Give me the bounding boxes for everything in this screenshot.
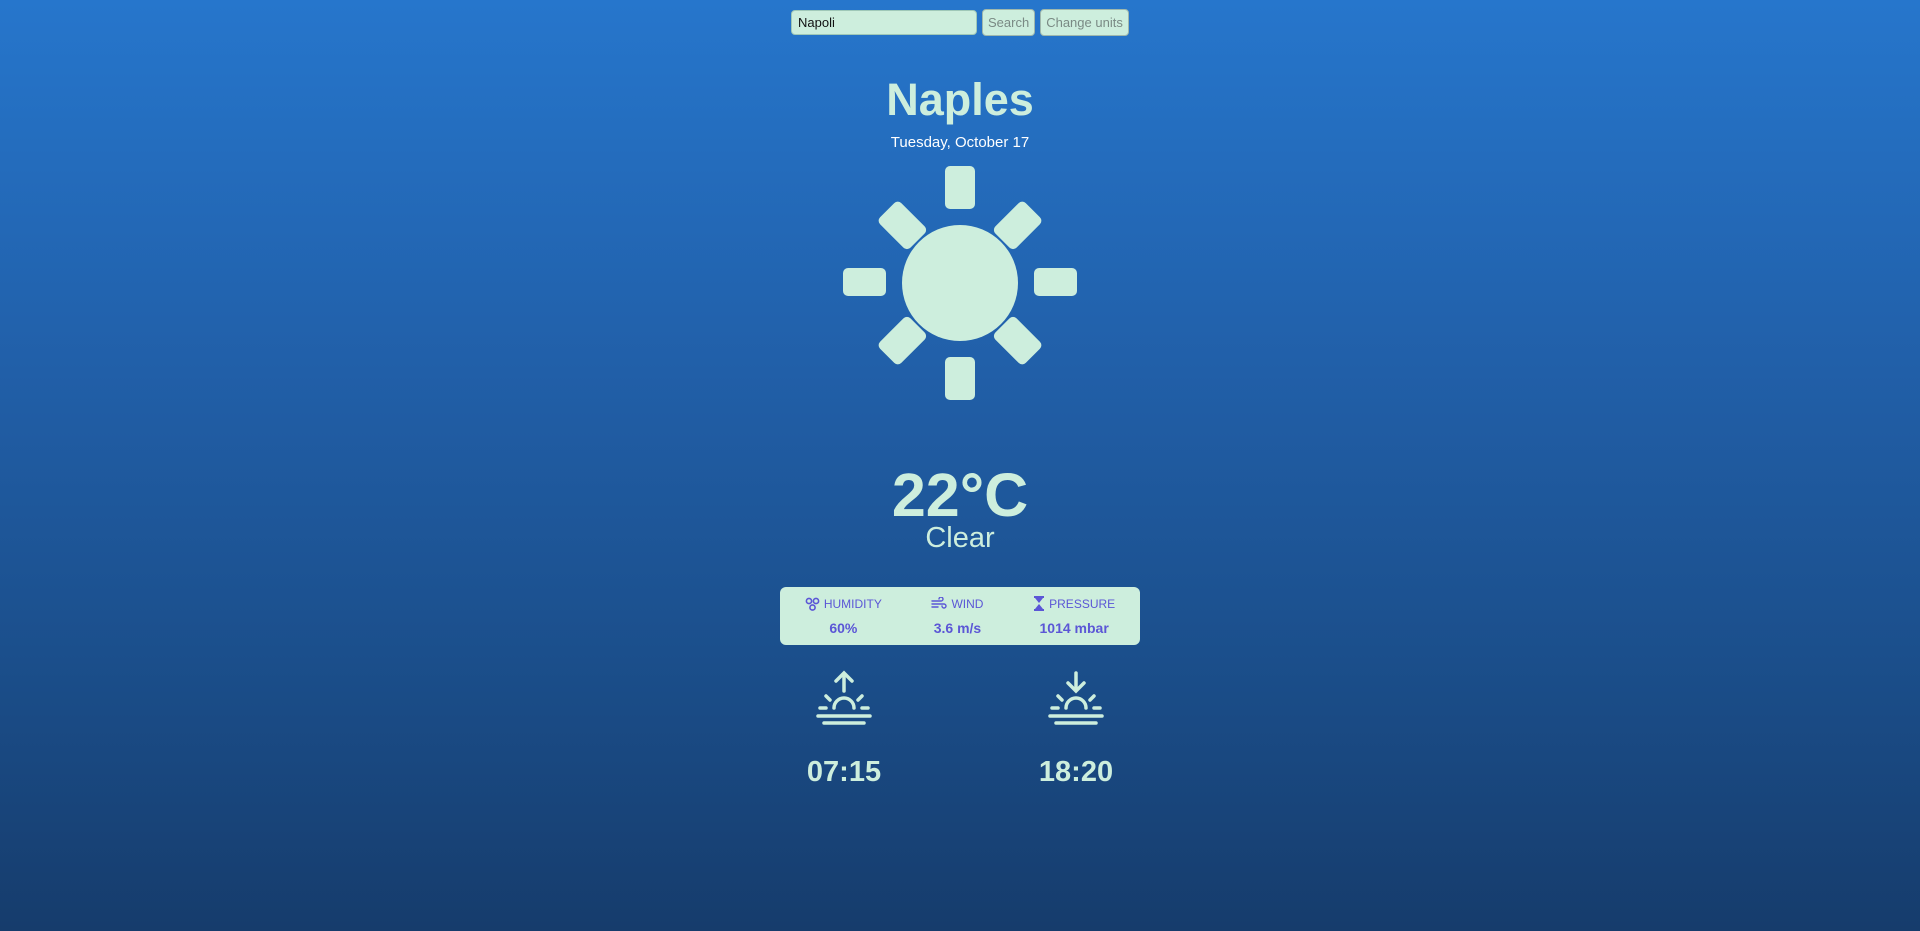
sunrise-icon bbox=[816, 670, 872, 725]
current-date: Tuesday, October 17 bbox=[890, 134, 1030, 151]
pressure-header: PRESSURE bbox=[1033, 596, 1115, 611]
pressure-label: PRESSURE bbox=[1049, 596, 1116, 611]
change-units-button[interactable]: Change units bbox=[1040, 9, 1129, 36]
wind-value: 3.6 m/s bbox=[933, 619, 982, 636]
humidity-header: HUMIDITY bbox=[805, 597, 882, 611]
city-name: Naples bbox=[886, 74, 1034, 125]
wind-icon bbox=[931, 597, 948, 609]
sunset-block: 18:20 bbox=[1016, 670, 1136, 789]
sun-icon bbox=[843, 166, 1077, 400]
sunset-icon bbox=[1048, 671, 1104, 725]
humidity-label: HUMIDITY bbox=[823, 596, 882, 611]
sunrise-time: 07:15 bbox=[806, 756, 882, 788]
sunset-time: 18:20 bbox=[1038, 756, 1114, 788]
humidity-stat: HUMIDITY 60% bbox=[805, 597, 882, 636]
wind-label: WIND bbox=[951, 596, 984, 611]
pressure-icon bbox=[1034, 596, 1045, 611]
humidity-icon bbox=[805, 597, 820, 611]
pressure-value: 1014 mbar bbox=[1039, 620, 1109, 636]
weather-stats-panel: HUMIDITY 60% WIND 3.6 m/s PRESSURE 1014 … bbox=[780, 587, 1140, 645]
search-bar: Search Change units bbox=[791, 9, 1129, 36]
wind-header: WIND bbox=[931, 597, 983, 611]
search-input[interactable] bbox=[791, 10, 977, 35]
weather-condition: Clear bbox=[925, 522, 995, 554]
pressure-stat: PRESSURE 1014 mbar bbox=[1033, 596, 1115, 636]
humidity-value: 60% bbox=[829, 619, 858, 636]
temperature: 22°C bbox=[891, 461, 1029, 529]
sunrise-block: 07:15 bbox=[784, 670, 904, 789]
wind-stat: WIND 3.6 m/s bbox=[931, 597, 983, 636]
search-button[interactable]: Search bbox=[982, 9, 1036, 36]
